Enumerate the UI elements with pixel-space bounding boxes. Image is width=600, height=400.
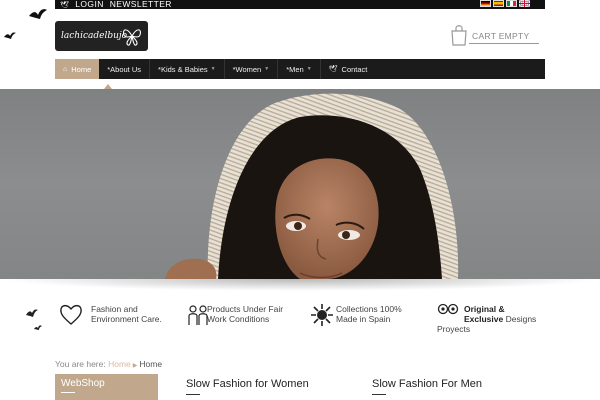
feature-made-in-spain: Collections 100% Made in Spain (310, 300, 430, 336)
breadcrumb-home-link[interactable]: Home (108, 359, 131, 369)
nav-item-label: *About Us (107, 64, 142, 74)
login-link[interactable]: LOGIN (75, 0, 103, 9)
section-title-men: Slow Fashion For Men (372, 378, 483, 395)
chevron-down-icon: ▼ (306, 66, 312, 72)
feature-fashion-environment: Fashion and Environment Care. (58, 300, 178, 336)
section-title-text: Slow Fashion for Women (186, 378, 309, 390)
spanish-flag-icon[interactable] (493, 0, 504, 7)
feature-fair-work: Products Under Fair Work Conditions (185, 300, 305, 336)
feature-line: Environment Care. (91, 314, 162, 324)
feature-line: Products Under Fair (207, 304, 284, 314)
title-underline (61, 392, 75, 393)
feature-line: Made in Spain (336, 314, 391, 324)
breadcrumb: You are here: Home ▶ Home (55, 359, 162, 369)
bird-icon (26, 309, 38, 317)
feature-line-bold: Exclusive (464, 314, 504, 324)
nav-item-women[interactable]: *Women ▼ (225, 59, 279, 79)
nav-item-label: *Women (232, 64, 262, 74)
butterfly-icon (123, 29, 141, 46)
section-title-text: Slow Fashion For Men (372, 378, 483, 390)
feature-line: Work Conditions (207, 314, 270, 324)
bird-icon (4, 32, 16, 39)
feature-line: Fashion and (91, 304, 138, 314)
logo-wordmark: lachicadelbujo (61, 31, 128, 41)
breadcrumb-prefix: You are here: (55, 359, 106, 369)
newsletter-link[interactable]: NEWSLETTER (110, 0, 172, 9)
feature-line: Designs (503, 314, 537, 324)
feature-line-bold: Original & (464, 304, 505, 314)
main-navigation: ⌂ Home *About Us *Kids & Babies ▼ *Women ▼ … (55, 59, 545, 79)
nav-item-contact[interactable]: 🕊 Contact (321, 59, 376, 79)
bird-icon (34, 325, 42, 330)
german-flag-icon[interactable] (480, 0, 491, 7)
top-utility-bar: 🕊 LOGIN NEWSLETTER (55, 0, 545, 9)
cart-widget[interactable]: CART EMPTY (449, 24, 541, 46)
shopping-bag-icon (451, 25, 467, 46)
cart-underline (469, 43, 539, 44)
section-title-women: Slow Fashion for Women (186, 378, 309, 395)
chevron-down-icon: ▼ (210, 66, 216, 72)
feature-line: Proyects (437, 324, 471, 334)
bird-icon (29, 9, 47, 19)
nav-item-label: Contact (341, 64, 368, 74)
breadcrumb-current: Home (139, 359, 163, 369)
nav-item-home[interactable]: ⌂ Home (55, 59, 100, 79)
chevron-right-icon: ▶ (132, 363, 138, 369)
eyes-icon (437, 303, 459, 315)
bird-icon: 🕊 (328, 66, 338, 73)
uk-flag-icon[interactable] (519, 0, 530, 7)
nav-item-kids-babies[interactable]: *Kids & Babies ▼ (150, 59, 225, 79)
nav-item-about-us[interactable]: *About Us (99, 59, 151, 79)
italian-flag-icon[interactable] (506, 0, 517, 7)
bird-icon: 🕊 (60, 2, 70, 9)
feature-line: Collections 100% (336, 304, 402, 314)
nav-item-label: Home (71, 64, 92, 74)
nav-item-men[interactable]: *Men ▼ (278, 59, 321, 79)
sun-icon (311, 304, 333, 326)
features-strip: Fashion and Environment Care. Products U… (0, 300, 600, 340)
heart-icon (60, 304, 82, 325)
hero-photo (165, 93, 459, 279)
language-selector (480, 0, 530, 8)
nav-item-label: *Men (286, 64, 304, 74)
title-underline (186, 394, 200, 395)
cart-status: CART EMPTY (472, 31, 530, 41)
site-logo[interactable]: lachicadelbujo (55, 21, 148, 51)
hero-shadow (0, 279, 600, 291)
webshop-panel: WebShop (55, 374, 158, 400)
chevron-down-icon: ▼ (264, 66, 270, 72)
title-underline (372, 394, 386, 395)
feature-original-designs: Original & Exclusive Designs Proyects (437, 300, 547, 336)
page: { "topbar": { "login": "LOGIN", "newslet… (0, 0, 600, 400)
nav-item-label: *Kids & Babies (158, 64, 208, 74)
home-icon: ⌂ (63, 65, 68, 73)
webshop-title: WebShop (61, 378, 105, 389)
hero-banner-image (0, 89, 600, 279)
